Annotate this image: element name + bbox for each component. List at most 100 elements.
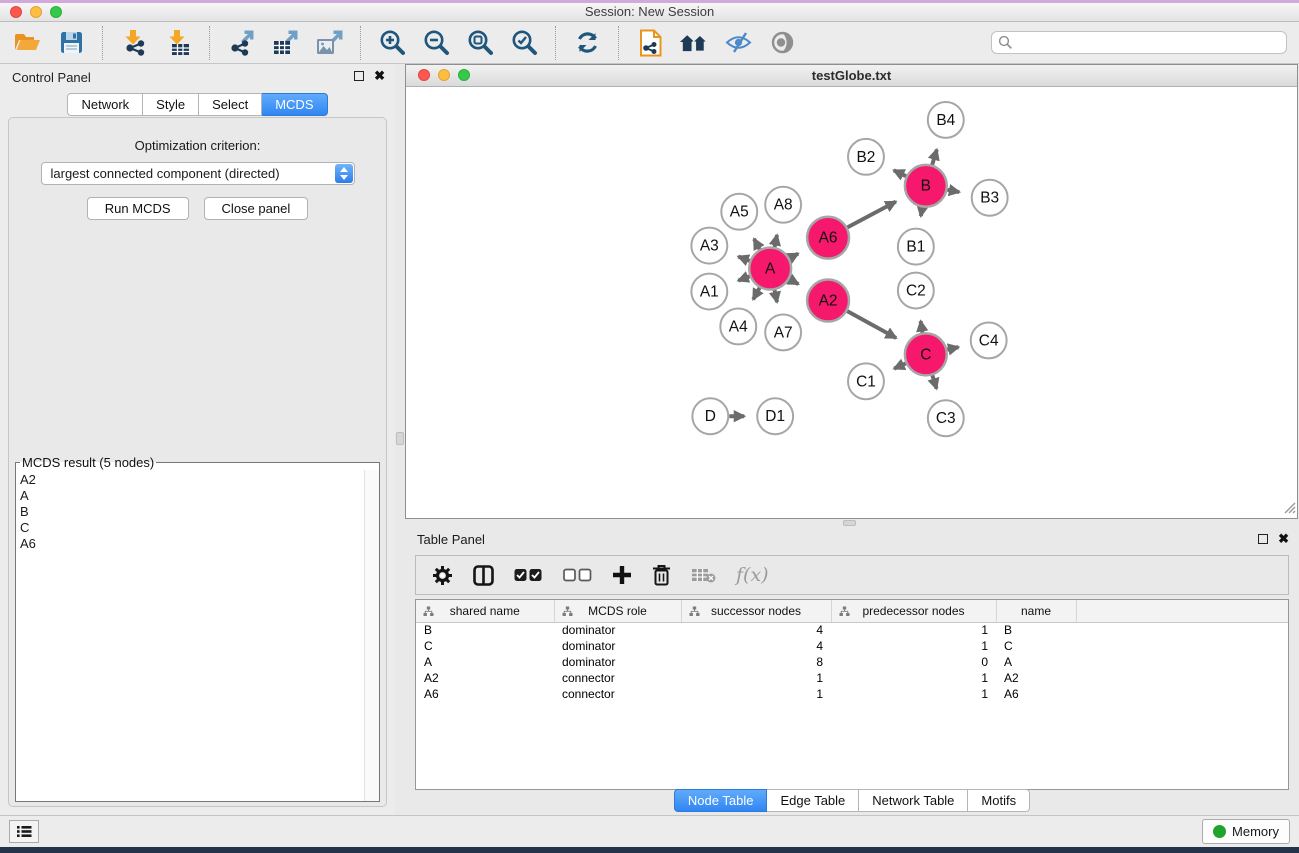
node-table-wrap: shared nameMCDS rolesuccessor nodesprede… — [415, 599, 1289, 790]
network-canvas[interactable]: B4B2BB3A8A5A6A3B1AA1C2A2A4A7C4CC1C3DD1 — [406, 88, 1297, 518]
column-manager-icon[interactable] — [473, 565, 494, 586]
table-row[interactable]: Cdominator41C — [416, 638, 1288, 654]
edge-B-B4[interactable] — [932, 150, 937, 165]
edge-B-B1[interactable] — [921, 207, 922, 216]
edge-A-A1[interactable] — [738, 276, 749, 280]
edge-B-B3[interactable] — [947, 190, 959, 192]
float-panel-icon[interactable] — [354, 71, 364, 81]
maximize-network-window-button[interactable] — [458, 69, 470, 81]
edge-A-A8[interactable] — [775, 235, 777, 247]
edge-C-C1[interactable] — [894, 363, 906, 368]
edge-A-A3[interactable] — [738, 257, 749, 261]
memory-button[interactable]: Memory — [1202, 819, 1290, 844]
mcds-result-item[interactable]: C — [20, 520, 364, 536]
edge-A-A6[interactable] — [790, 254, 799, 259]
zoom-fit-icon[interactable] — [465, 28, 495, 58]
zoom-out-icon[interactable] — [421, 28, 451, 58]
export-table-icon[interactable] — [270, 28, 300, 58]
mcds-result-item[interactable]: B — [20, 504, 364, 520]
close-panel-button[interactable]: Close panel — [204, 197, 309, 220]
export-image-icon[interactable] — [314, 28, 344, 58]
tab-node-table[interactable]: Node Table — [674, 789, 768, 812]
table-row[interactable]: A6connector11A6 — [416, 686, 1288, 702]
column-header-predecessor-nodes[interactable]: predecessor nodes — [831, 600, 996, 622]
horizontal-splitter[interactable] — [405, 519, 1299, 527]
node-table[interactable]: shared nameMCDS rolesuccessor nodesprede… — [416, 600, 1288, 702]
edge-C-C3[interactable] — [932, 375, 936, 388]
tab-network-table[interactable]: Network Table — [859, 789, 968, 812]
edge-A-A4[interactable] — [753, 288, 759, 300]
hide-details-eye-icon[interactable] — [723, 28, 753, 58]
close-network-window-button[interactable] — [418, 69, 430, 81]
maximize-window-button[interactable] — [50, 6, 62, 18]
tab-mcds[interactable]: MCDS — [262, 93, 327, 116]
close-window-button[interactable] — [10, 6, 22, 18]
minimize-window-button[interactable] — [30, 6, 42, 18]
edge-C-C4[interactable] — [947, 347, 958, 349]
zoom-in-icon[interactable] — [377, 28, 407, 58]
zoom-selected-icon[interactable] — [509, 28, 539, 58]
export-network-icon[interactable] — [226, 28, 256, 58]
float-panel-icon[interactable] — [1258, 534, 1268, 544]
mcds-result-scrollbar[interactable] — [364, 470, 379, 801]
edge-A-A2[interactable] — [789, 279, 798, 284]
column-header-name[interactable]: name — [996, 600, 1076, 622]
edge-A6-B[interactable] — [847, 202, 895, 228]
tab-edge-table[interactable]: Edge Table — [767, 789, 859, 812]
task-history-button[interactable] — [9, 820, 39, 843]
column-header-successor-nodes[interactable]: successor nodes — [681, 600, 831, 622]
close-panel-icon[interactable]: ✖ — [1278, 534, 1289, 544]
mcds-result-group: MCDS result (5 nodes) A2ABCA6 — [15, 455, 380, 802]
graph-node-label: A6 — [819, 230, 838, 247]
mcds-tab-content: Optimization criterion: largest connecte… — [8, 117, 387, 807]
splitter-grip[interactable] — [396, 432, 404, 445]
open-session-icon[interactable] — [12, 28, 42, 58]
show-graphics-eye-icon[interactable] — [767, 28, 797, 58]
table-row[interactable]: Bdominator41B — [416, 622, 1288, 638]
tab-select[interactable]: Select — [199, 93, 262, 116]
mcds-result-item[interactable]: A2 — [20, 472, 364, 488]
dropdown-selected-value: largest connected component (directed) — [51, 166, 280, 181]
column-header-MCDS-role[interactable]: MCDS role — [554, 600, 681, 622]
splitter-grip[interactable] — [843, 520, 856, 526]
network-file-icon[interactable] — [635, 28, 665, 58]
settings-gear-icon[interactable] — [432, 565, 453, 586]
edge-B-B2[interactable] — [894, 170, 906, 176]
graph-node-label: C2 — [906, 283, 926, 300]
graph-node-label: A8 — [774, 197, 793, 214]
window-resize-grip-icon[interactable] — [1282, 500, 1296, 517]
import-network-icon[interactable] — [119, 28, 149, 58]
graph-node-label: B1 — [906, 239, 925, 256]
mcds-result-item[interactable]: A — [20, 488, 364, 504]
function-builder-icon-disabled: f(x) — [736, 564, 769, 586]
tab-network[interactable]: Network — [67, 93, 143, 116]
delete-column-trash-icon[interactable] — [652, 564, 671, 586]
graph-node-label: B3 — [980, 190, 999, 207]
minimize-network-window-button[interactable] — [438, 69, 450, 81]
table-row[interactable]: Adominator80A — [416, 654, 1288, 670]
edge-C-C2[interactable] — [921, 321, 923, 333]
control-panel: Control Panel ✖ NetworkStyleSelectMCDS O… — [0, 64, 395, 815]
save-session-icon[interactable] — [56, 28, 86, 58]
column-header-shared-name[interactable]: shared name — [416, 600, 554, 622]
edge-A-A7[interactable] — [775, 290, 777, 302]
table-row[interactable]: A2connector11A2 — [416, 670, 1288, 686]
optimization-criterion-dropdown[interactable]: largest connected component (directed) — [41, 162, 355, 185]
edge-A2-C[interactable] — [847, 311, 896, 338]
close-panel-icon[interactable]: ✖ — [374, 71, 385, 81]
table-panel: Table Panel ✖ — [405, 527, 1299, 815]
import-table-icon[interactable] — [163, 28, 193, 58]
run-mcds-button[interactable]: Run MCDS — [87, 197, 189, 220]
deselect-all-checkboxes-icon[interactable] — [563, 568, 592, 582]
home-icon[interactable] — [679, 28, 709, 58]
mcds-result-item[interactable]: A6 — [20, 536, 364, 552]
tab-motifs[interactable]: Motifs — [968, 789, 1030, 812]
edge-A-A5[interactable] — [754, 239, 760, 249]
refresh-icon[interactable] — [572, 28, 602, 58]
mcds-result-list[interactable]: A2ABCA6 — [16, 470, 364, 801]
vertical-splitter[interactable] — [395, 64, 405, 815]
search-input[interactable] — [991, 31, 1287, 54]
select-all-checkboxes-icon[interactable] — [514, 568, 543, 582]
add-column-icon[interactable] — [612, 565, 632, 585]
tab-style[interactable]: Style — [143, 93, 199, 116]
